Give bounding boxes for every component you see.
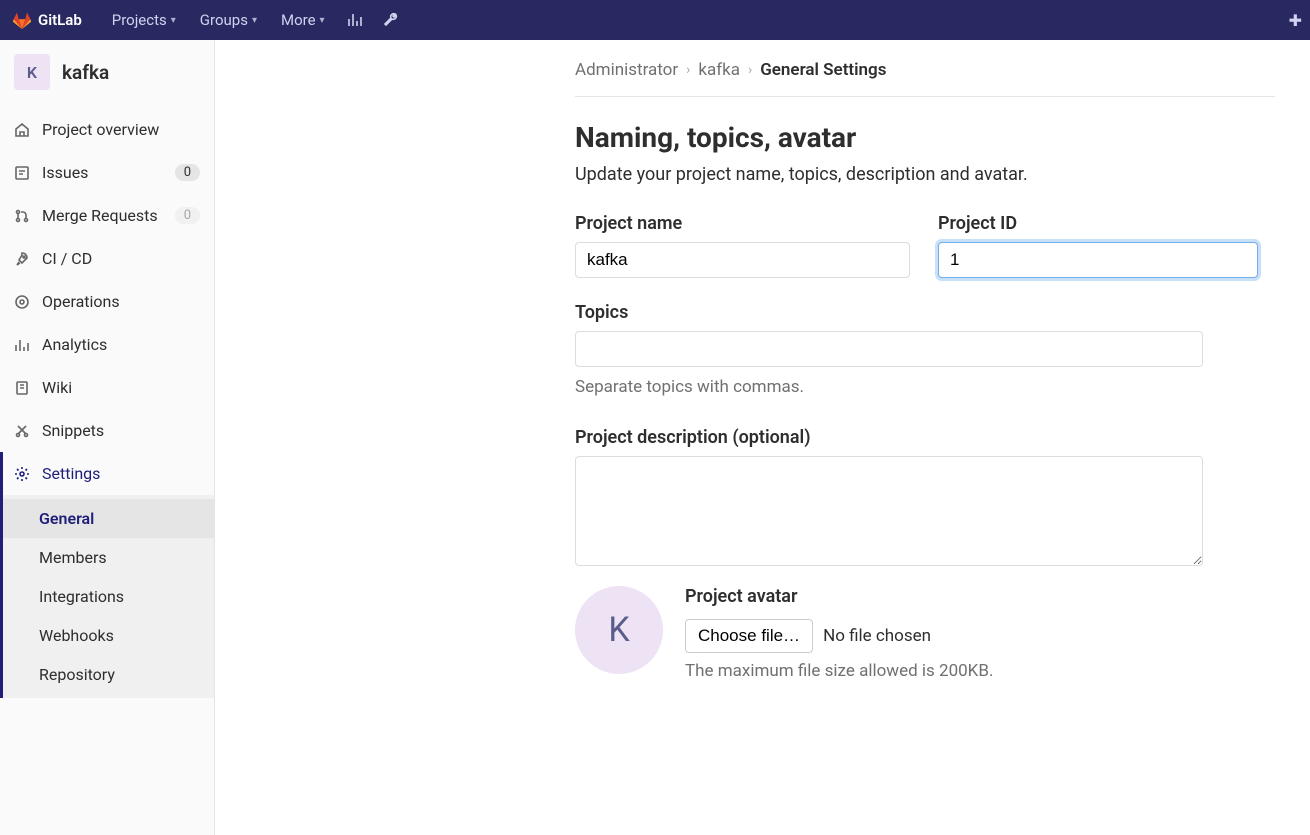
wrench-icon	[383, 12, 399, 28]
subitem-integrations[interactable]: Integrations	[3, 577, 214, 616]
sidebar-item-overview[interactable]: Project overview	[0, 108, 214, 151]
rocket-icon	[14, 251, 30, 267]
breadcrumb: Administrator › kafka › General Settings	[575, 60, 1275, 97]
project-header[interactable]: K kafka	[0, 40, 214, 108]
wiki-icon	[14, 380, 30, 396]
brand-text: GitLab	[38, 11, 82, 29]
nav-more[interactable]: More ▾	[269, 0, 337, 40]
chevron-right-icon: ›	[748, 62, 752, 78]
plus-button[interactable]: ✚	[1289, 11, 1302, 30]
chevron-down-icon: ▾	[320, 15, 325, 26]
sidebar-item-settings[interactable]: Settings	[0, 452, 214, 495]
topics-label: Topics	[575, 302, 1275, 323]
project-id-label: Project ID	[938, 213, 1258, 234]
activity-icon-button[interactable]	[337, 0, 373, 40]
ops-icon	[14, 294, 30, 310]
main-content: Administrator › kafka › General Settings…	[215, 40, 1310, 835]
sidebar-item-snippets[interactable]: Snippets	[0, 409, 214, 452]
section-title: Naming, topics, avatar	[575, 121, 1275, 154]
settings-submenu: General Members Integrations Webhooks Re…	[0, 495, 214, 698]
avatar-hint: The maximum file size allowed is 200KB.	[685, 661, 993, 681]
sidebar-item-wiki[interactable]: Wiki	[0, 366, 214, 409]
project-avatar-large: K	[575, 586, 663, 674]
chevron-right-icon: ›	[686, 62, 690, 78]
issues-icon	[14, 165, 30, 181]
choose-file-button[interactable]: Choose file…	[685, 619, 813, 653]
project-name: kafka	[62, 61, 109, 84]
analytics-icon	[14, 337, 30, 353]
sidebar-item-operations[interactable]: Operations	[0, 280, 214, 323]
issues-badge: 0	[175, 164, 200, 181]
sidebar-item-cicd[interactable]: CI / CD	[0, 237, 214, 280]
chevron-down-icon: ▾	[252, 15, 257, 26]
sidebar-item-merge-requests[interactable]: Merge Requests 0	[0, 194, 214, 237]
project-name-label: Project name	[575, 213, 910, 234]
subitem-repository[interactable]: Repository	[3, 655, 214, 694]
project-avatar-small: K	[14, 54, 50, 90]
top-navbar: GitLab Projects ▾ Groups ▾ More ▾ ✚	[0, 0, 1310, 40]
gitlab-logo[interactable]: GitLab	[12, 10, 82, 30]
nav-groups[interactable]: Groups ▾	[188, 0, 269, 40]
home-icon	[14, 122, 30, 138]
sidebar-item-issues[interactable]: Issues 0	[0, 151, 214, 194]
admin-icon-button[interactable]	[373, 0, 409, 40]
nav-projects[interactable]: Projects ▾	[100, 0, 188, 40]
sidebar-item-analytics[interactable]: Analytics	[0, 323, 214, 366]
description-label: Project description (optional)	[575, 427, 1275, 448]
description-input[interactable]	[575, 456, 1203, 566]
topics-input[interactable]	[575, 331, 1203, 367]
subitem-general[interactable]: General	[3, 499, 214, 538]
merge-icon	[14, 208, 30, 224]
gitlab-icon	[12, 10, 32, 30]
breadcrumb-project[interactable]: kafka	[698, 60, 740, 80]
breadcrumb-current: General Settings	[760, 60, 886, 80]
project-name-input[interactable]	[575, 242, 910, 278]
subitem-members[interactable]: Members	[3, 538, 214, 577]
file-status-text: No file chosen	[823, 626, 931, 646]
chart-icon	[347, 12, 363, 28]
avatar-label: Project avatar	[685, 586, 993, 607]
project-id-input[interactable]	[938, 242, 1258, 278]
subitem-webhooks[interactable]: Webhooks	[3, 616, 214, 655]
gear-icon	[14, 466, 30, 482]
mr-badge: 0	[175, 207, 200, 224]
section-description: Update your project name, topics, descri…	[575, 164, 1275, 185]
topics-hint: Separate topics with commas.	[575, 377, 1275, 397]
chevron-down-icon: ▾	[171, 15, 176, 26]
snippets-icon	[14, 423, 30, 439]
sidebar: K kafka Project overview Issues 0 Merge …	[0, 40, 215, 835]
breadcrumb-owner[interactable]: Administrator	[575, 60, 678, 80]
